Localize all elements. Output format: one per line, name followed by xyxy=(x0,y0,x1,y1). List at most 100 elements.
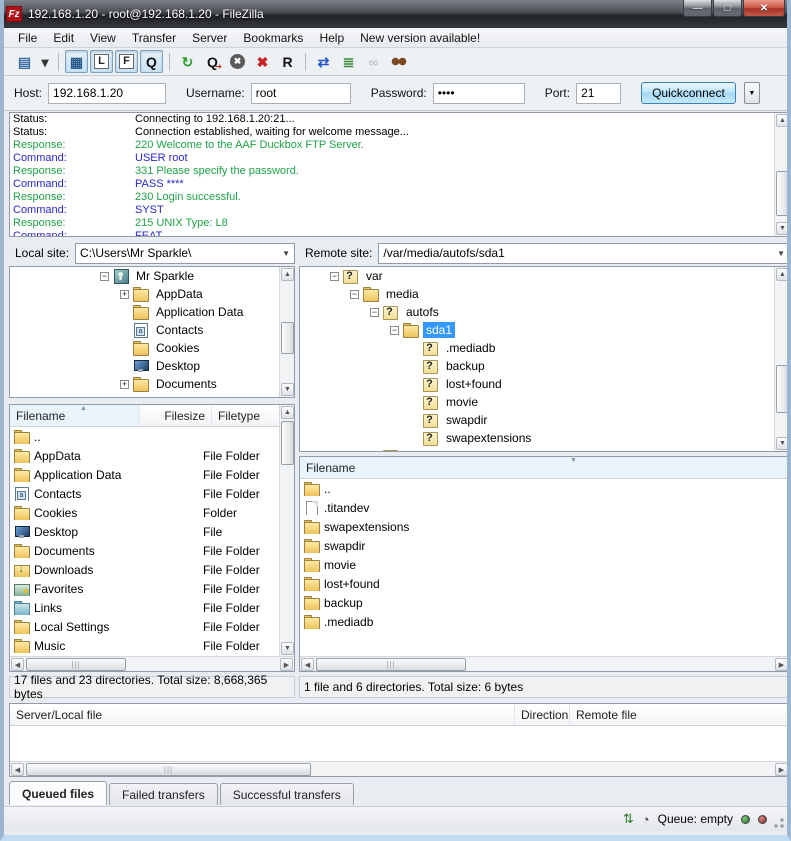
local-file-row-cookies[interactable]: CookiesFolder xyxy=(10,503,279,522)
remote-tree-item-mediadb[interactable]: .mediadb xyxy=(300,339,789,357)
remote-file-row-swapdir[interactable]: swapdir xyxy=(300,536,789,555)
compare-button[interactable]: ⇄ xyxy=(312,50,335,73)
menu-item-edit[interactable]: Edit xyxy=(45,29,82,47)
remote-file-row-movie[interactable]: movie xyxy=(300,555,789,574)
expand-icon[interactable]: + xyxy=(120,290,129,299)
remote-tree-item-movie[interactable]: movie xyxy=(300,393,789,411)
username-input[interactable] xyxy=(251,83,351,104)
local-tree-item-application-data[interactable]: Application Data xyxy=(10,303,294,321)
menu-item-server[interactable]: Server xyxy=(184,29,235,47)
local-file-row-application-data[interactable]: Application DataFile Folder xyxy=(10,465,279,484)
toggle-queue-button[interactable]: Q xyxy=(140,50,163,73)
remote-file-row-[interactable]: .. xyxy=(300,479,789,498)
message-log-vscrollbar[interactable]: ▲ ▼ xyxy=(774,113,789,236)
menu-item-bookmarks[interactable]: Bookmarks xyxy=(235,29,311,47)
collapse-icon[interactable]: − xyxy=(350,290,359,299)
collapse-icon[interactable]: − xyxy=(370,308,379,317)
chevron-down-icon[interactable]: ▼ xyxy=(777,249,785,258)
local-file-row-appdata[interactable]: AppDataFile Folder xyxy=(10,446,279,465)
disconnect-button[interactable]: ✖ xyxy=(251,50,274,73)
local-tree-item-cookies[interactable]: Cookies xyxy=(10,339,294,357)
remote-tree-item-backup[interactable]: backup xyxy=(300,357,789,375)
collapse-icon[interactable]: − xyxy=(100,272,109,281)
port-input[interactable] xyxy=(576,83,621,104)
scroll-thumb[interactable]: ||| xyxy=(26,658,126,671)
scroll-thumb[interactable]: ||| xyxy=(26,763,311,776)
direction-column-header[interactable]: Direction xyxy=(515,704,570,725)
chevron-down-icon[interactable]: ▼ xyxy=(282,249,290,258)
menu-item-view[interactable]: View xyxy=(82,29,124,47)
sync-browsing-button[interactable]: ≣ xyxy=(337,50,360,73)
local-file-row-contacts[interactable]: ContactsFile Folder xyxy=(10,484,279,503)
scroll-up-icon[interactable]: ▲ xyxy=(776,114,789,127)
queue-hscrollbar[interactable]: ◀ ||| ▶ xyxy=(10,761,789,776)
filename-column-header[interactable]: Filename ▼ xyxy=(300,457,789,478)
password-input[interactable] xyxy=(433,83,525,104)
cancel-button[interactable]: ✖ xyxy=(226,50,249,73)
remote-tree-item-autofs[interactable]: −autofs xyxy=(300,303,789,321)
remote-site-combo[interactable]: /var/media/autofs/sda1 ▼ xyxy=(378,243,790,264)
remote-file-row-mediadb[interactable]: .mediadb xyxy=(300,612,789,631)
local-file-row-documents[interactable]: DocumentsFile Folder xyxy=(10,541,279,560)
local-tree-item-appdata[interactable]: +AppData xyxy=(10,285,294,303)
minimize-button[interactable]: — xyxy=(683,0,712,17)
remote-tree-item-dvd[interactable]: dvd xyxy=(300,447,789,451)
process-queue-button[interactable]: Q xyxy=(201,50,224,73)
local-file-row-favorites[interactable]: FavoritesFile Folder xyxy=(10,579,279,598)
local-tree-item-documents[interactable]: +Documents xyxy=(10,375,294,393)
scroll-right-icon[interactable]: ▶ xyxy=(280,658,293,671)
sync-link-button[interactable]: ∞ xyxy=(362,50,385,73)
scroll-right-icon[interactable]: ▶ xyxy=(775,763,788,776)
menu-item-help[interactable]: Help xyxy=(311,29,352,47)
local-file-row-local-settings[interactable]: Local SettingsFile Folder xyxy=(10,617,279,636)
remote-file-row-lost-found[interactable]: lost+found xyxy=(300,574,789,593)
scroll-right-icon[interactable]: ▶ xyxy=(775,658,788,671)
quickconnect-dropdown-button[interactable]: ▼ xyxy=(744,82,760,104)
local-list-hscrollbar[interactable]: ◀ ||| ▶ xyxy=(10,656,294,671)
tab-successful-transfers[interactable]: Successful transfers xyxy=(220,783,354,805)
remote-list-hscrollbar[interactable]: ◀ ||| ▶ xyxy=(300,656,789,671)
remote-tree-vscrollbar[interactable]: ▲ ▼ xyxy=(774,267,789,451)
scroll-down-icon[interactable]: ▼ xyxy=(776,222,789,235)
scroll-down-icon[interactable]: ▼ xyxy=(776,437,789,450)
maximize-button[interactable]: □ xyxy=(713,0,742,17)
scroll-thumb[interactable]: ||| xyxy=(316,658,466,671)
close-button[interactable]: ✕ xyxy=(743,0,785,17)
remote-tree-item-sda1[interactable]: −sda1 xyxy=(300,321,789,339)
collapse-icon[interactable]: − xyxy=(330,272,339,281)
tab-queued-files[interactable]: Queued files xyxy=(9,781,107,805)
server-local-file-column-header[interactable]: Server/Local file xyxy=(10,704,515,725)
scroll-down-icon[interactable]: ▼ xyxy=(281,383,294,396)
local-file-row-music[interactable]: MusicFile Folder xyxy=(10,636,279,655)
remote-tree-item-var[interactable]: −var xyxy=(300,267,789,285)
scroll-up-icon[interactable]: ▲ xyxy=(281,268,294,281)
quickconnect-button[interactable]: Quickconnect xyxy=(641,82,736,104)
toggle-message-log-button[interactable]: ▦ xyxy=(65,50,88,73)
scroll-left-icon[interactable]: ◀ xyxy=(301,658,314,671)
local-file-row-links[interactable]: LinksFile Folder xyxy=(10,598,279,617)
local-site-combo[interactable]: C:\Users\Mr Sparkle\ ▼ xyxy=(75,243,295,264)
remote-file-row-titandev[interactable]: .titandev xyxy=(300,498,789,517)
collapse-icon[interactable]: − xyxy=(390,326,399,335)
expand-icon[interactable]: + xyxy=(120,380,129,389)
scroll-up-icon[interactable]: ▲ xyxy=(776,268,789,281)
remote-tree-item-swapextensions[interactable]: swapextensions xyxy=(300,429,789,447)
local-tree-item-mr-sparkle[interactable]: −Mr Sparkle xyxy=(10,267,294,285)
resize-grip[interactable] xyxy=(773,817,785,829)
remote-file-row-swapextensions[interactable]: swapextensions xyxy=(300,517,789,536)
local-file-row-downloads[interactable]: DownloadsFile Folder xyxy=(10,560,279,579)
refresh-button[interactable]: ↻ xyxy=(176,50,199,73)
reconnect-button[interactable]: R xyxy=(276,50,299,73)
remote-tree-item-lost-found[interactable]: lost+found xyxy=(300,375,789,393)
site-manager-button[interactable]: ▤ xyxy=(13,50,36,73)
local-list-vscrollbar[interactable]: ▲ ▼ xyxy=(279,405,294,656)
menu-item-new-version-available[interactable]: New version available! xyxy=(352,29,488,47)
scroll-left-icon[interactable]: ◀ xyxy=(11,763,24,776)
scroll-down-icon[interactable]: ▼ xyxy=(281,642,294,655)
find-files-button[interactable] xyxy=(387,50,410,73)
filesize-column-header[interactable]: Filesize xyxy=(140,405,212,426)
local-tree-item-downloads[interactable]: +Downloads xyxy=(10,393,294,397)
scroll-thumb[interactable] xyxy=(776,171,789,216)
tab-failed-transfers[interactable]: Failed transfers xyxy=(109,783,218,805)
remote-tree-item-swapdir[interactable]: swapdir xyxy=(300,411,789,429)
